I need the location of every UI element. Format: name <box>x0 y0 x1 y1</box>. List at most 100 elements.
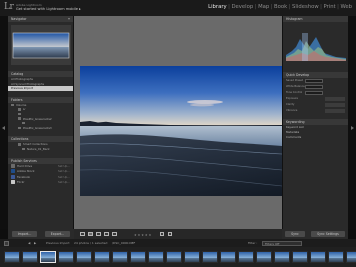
identity-line-2[interactable]: Get started with Lightroom mobile ▸ <box>16 7 81 11</box>
module-library[interactable]: Library <box>208 4 227 10</box>
filmstrip-thumbnail[interactable] <box>310 251 326 263</box>
secondary-display-icon[interactable] <box>4 240 9 246</box>
sync-button[interactable]: Sync <box>285 231 305 237</box>
filmstrip-thumbnail[interactable] <box>76 251 92 263</box>
thumbnail-water <box>41 258 55 262</box>
histogram-header[interactable]: Histogram <box>283 16 348 22</box>
survey-view-icon[interactable] <box>104 232 109 236</box>
publish-label: Flickr <box>17 180 25 185</box>
filmstrip-source[interactable]: Previous Import <box>46 239 70 247</box>
rotate-right-icon[interactable] <box>168 232 172 236</box>
filmstrip-thumbnail[interactable] <box>184 251 200 263</box>
loupe-view-icon[interactable] <box>88 232 93 236</box>
people-view-icon[interactable] <box>112 232 117 236</box>
white-balance-dropdown[interactable] <box>305 85 323 89</box>
filmstrip-thumbnail[interactable] <box>130 251 146 263</box>
module-print[interactable]: Print <box>323 4 335 10</box>
filmstrip-thumbnail[interactable] <box>274 251 290 263</box>
catalog-item-previous-import[interactable]: Previous Import <box>8 86 73 91</box>
thumbnail-water <box>5 258 19 262</box>
filmstrip-thumbnail[interactable] <box>22 251 38 263</box>
filmstrip-thumbnail[interactable] <box>328 251 344 263</box>
publish-setup-link[interactable]: Set Up... <box>58 180 70 186</box>
export-button[interactable]: Export... <box>44 231 71 237</box>
module-separator: | <box>228 4 230 10</box>
facebook-icon <box>11 174 15 179</box>
filmstrip-photo-count: 24 photos / 1 selected <box>74 241 108 245</box>
filmstrip[interactable] <box>0 247 356 267</box>
filmstrip-thumbnail[interactable] <box>94 251 110 263</box>
thumbnail-water <box>59 258 73 262</box>
keywording-title: Keywording <box>286 120 305 124</box>
compare-view-icon[interactable] <box>96 232 101 236</box>
filmstrip-thumbnail[interactable] <box>202 251 218 263</box>
collection-set-icon <box>18 143 21 146</box>
filmstrip-forward-icon[interactable]: ▶ <box>34 239 36 247</box>
filmstrip-thumbnail[interactable] <box>346 251 356 263</box>
filmstrip-thumbnail[interactable] <box>238 251 254 263</box>
exposure-stepper[interactable] <box>325 97 345 101</box>
filmstrip-thumbnail[interactable] <box>256 251 272 263</box>
histogram-info <box>283 63 348 67</box>
thumbnail-water <box>185 258 199 262</box>
left-panel-toggle[interactable] <box>0 16 8 229</box>
filmstrip-back-icon[interactable]: ◀ <box>28 239 30 247</box>
loupe-view[interactable] <box>74 16 282 229</box>
catalog-item-label: All Photographs <box>11 77 33 81</box>
filmstrip-thumbnail[interactable] <box>166 251 182 263</box>
module-web[interactable]: Web <box>340 4 352 10</box>
filter-dropdown[interactable]: Filters Off <box>262 240 302 246</box>
catalog-title: Catalog <box>11 72 24 76</box>
collection-icon <box>22 147 25 151</box>
folder-item[interactable]: PixelPix_Grassroots3 <box>8 126 73 131</box>
histogram-title: Histogram <box>286 17 303 21</box>
filmstrip-thumbnail[interactable] <box>4 251 20 263</box>
navigator-header[interactable]: Navigator <box>8 16 73 22</box>
thumbnail-water <box>149 258 163 262</box>
filmstrip-thumbnail[interactable] <box>112 251 128 263</box>
publish-services-title: Publish Services <box>11 158 37 163</box>
filmstrip-thumbnail[interactable] <box>40 251 56 263</box>
adobe-stock-icon <box>11 169 15 174</box>
comments-header[interactable]: Comments <box>283 135 348 140</box>
rating-stars[interactable]: ★ ★ ★ ★ ★ <box>134 233 151 237</box>
comments-title: Comments <box>286 135 302 139</box>
grid-view-icon[interactable] <box>80 232 85 236</box>
module-map[interactable]: Map <box>258 4 269 10</box>
quick-develop-label: Clarity <box>286 103 295 106</box>
filmstrip-thumbnail[interactable] <box>292 251 308 263</box>
collection-item[interactable]: Nature_01_Back <box>8 147 73 152</box>
folders-title: Folders <box>11 97 23 102</box>
right-panel-toggle[interactable] <box>348 16 356 229</box>
clarity-stepper[interactable] <box>325 103 345 107</box>
keyword-list-title: Keyword List <box>286 125 304 129</box>
module-develop[interactable]: Develop <box>231 4 253 10</box>
publish-flickr[interactable]: Flickr Set Up... <box>8 180 73 186</box>
import-button[interactable]: Import... <box>11 231 38 237</box>
folder-label: PixelPix_Grassroots3 <box>23 125 52 130</box>
filmstrip-thumbnail[interactable] <box>220 251 236 263</box>
collection-label: Smart Collections <box>23 142 48 147</box>
module-book[interactable]: Book <box>274 4 287 10</box>
thumbnail-water <box>311 258 325 262</box>
sync-settings-button[interactable]: Sync Settings <box>311 231 345 237</box>
folder-label: Lr <box>23 107 26 112</box>
tone-control-button[interactable] <box>305 91 323 95</box>
vibrance-stepper[interactable] <box>325 109 345 113</box>
filmstrip-thumbnail[interactable] <box>148 251 164 263</box>
module-picker: Library | Develop | Map | Book | Slideshow | Print… <box>208 4 352 10</box>
quick-develop-label: Vibrance <box>286 109 298 112</box>
preset-dropdown[interactable] <box>305 79 323 83</box>
module-slideshow[interactable]: Slideshow <box>292 4 319 10</box>
identity-plate[interactable]: Adobe Lightroom Get started with Lightro… <box>16 3 81 11</box>
quick-develop-label: Saved Preset <box>286 79 303 82</box>
filmstrip-bar: ◀ ▶ Previous Import 24 photos / 1 select… <box>0 239 356 247</box>
filmstrip-thumbnail[interactable] <box>58 251 74 263</box>
thumbnail-water <box>113 258 127 262</box>
rotate-left-icon[interactable] <box>160 232 164 236</box>
main-photo[interactable] <box>80 66 282 196</box>
thumbnail-water <box>131 258 145 262</box>
catalog-item-label: All Synced Photographs <box>11 81 45 86</box>
navigator-preview[interactable] <box>11 25 71 65</box>
navigator-thumbnail <box>11 25 71 65</box>
